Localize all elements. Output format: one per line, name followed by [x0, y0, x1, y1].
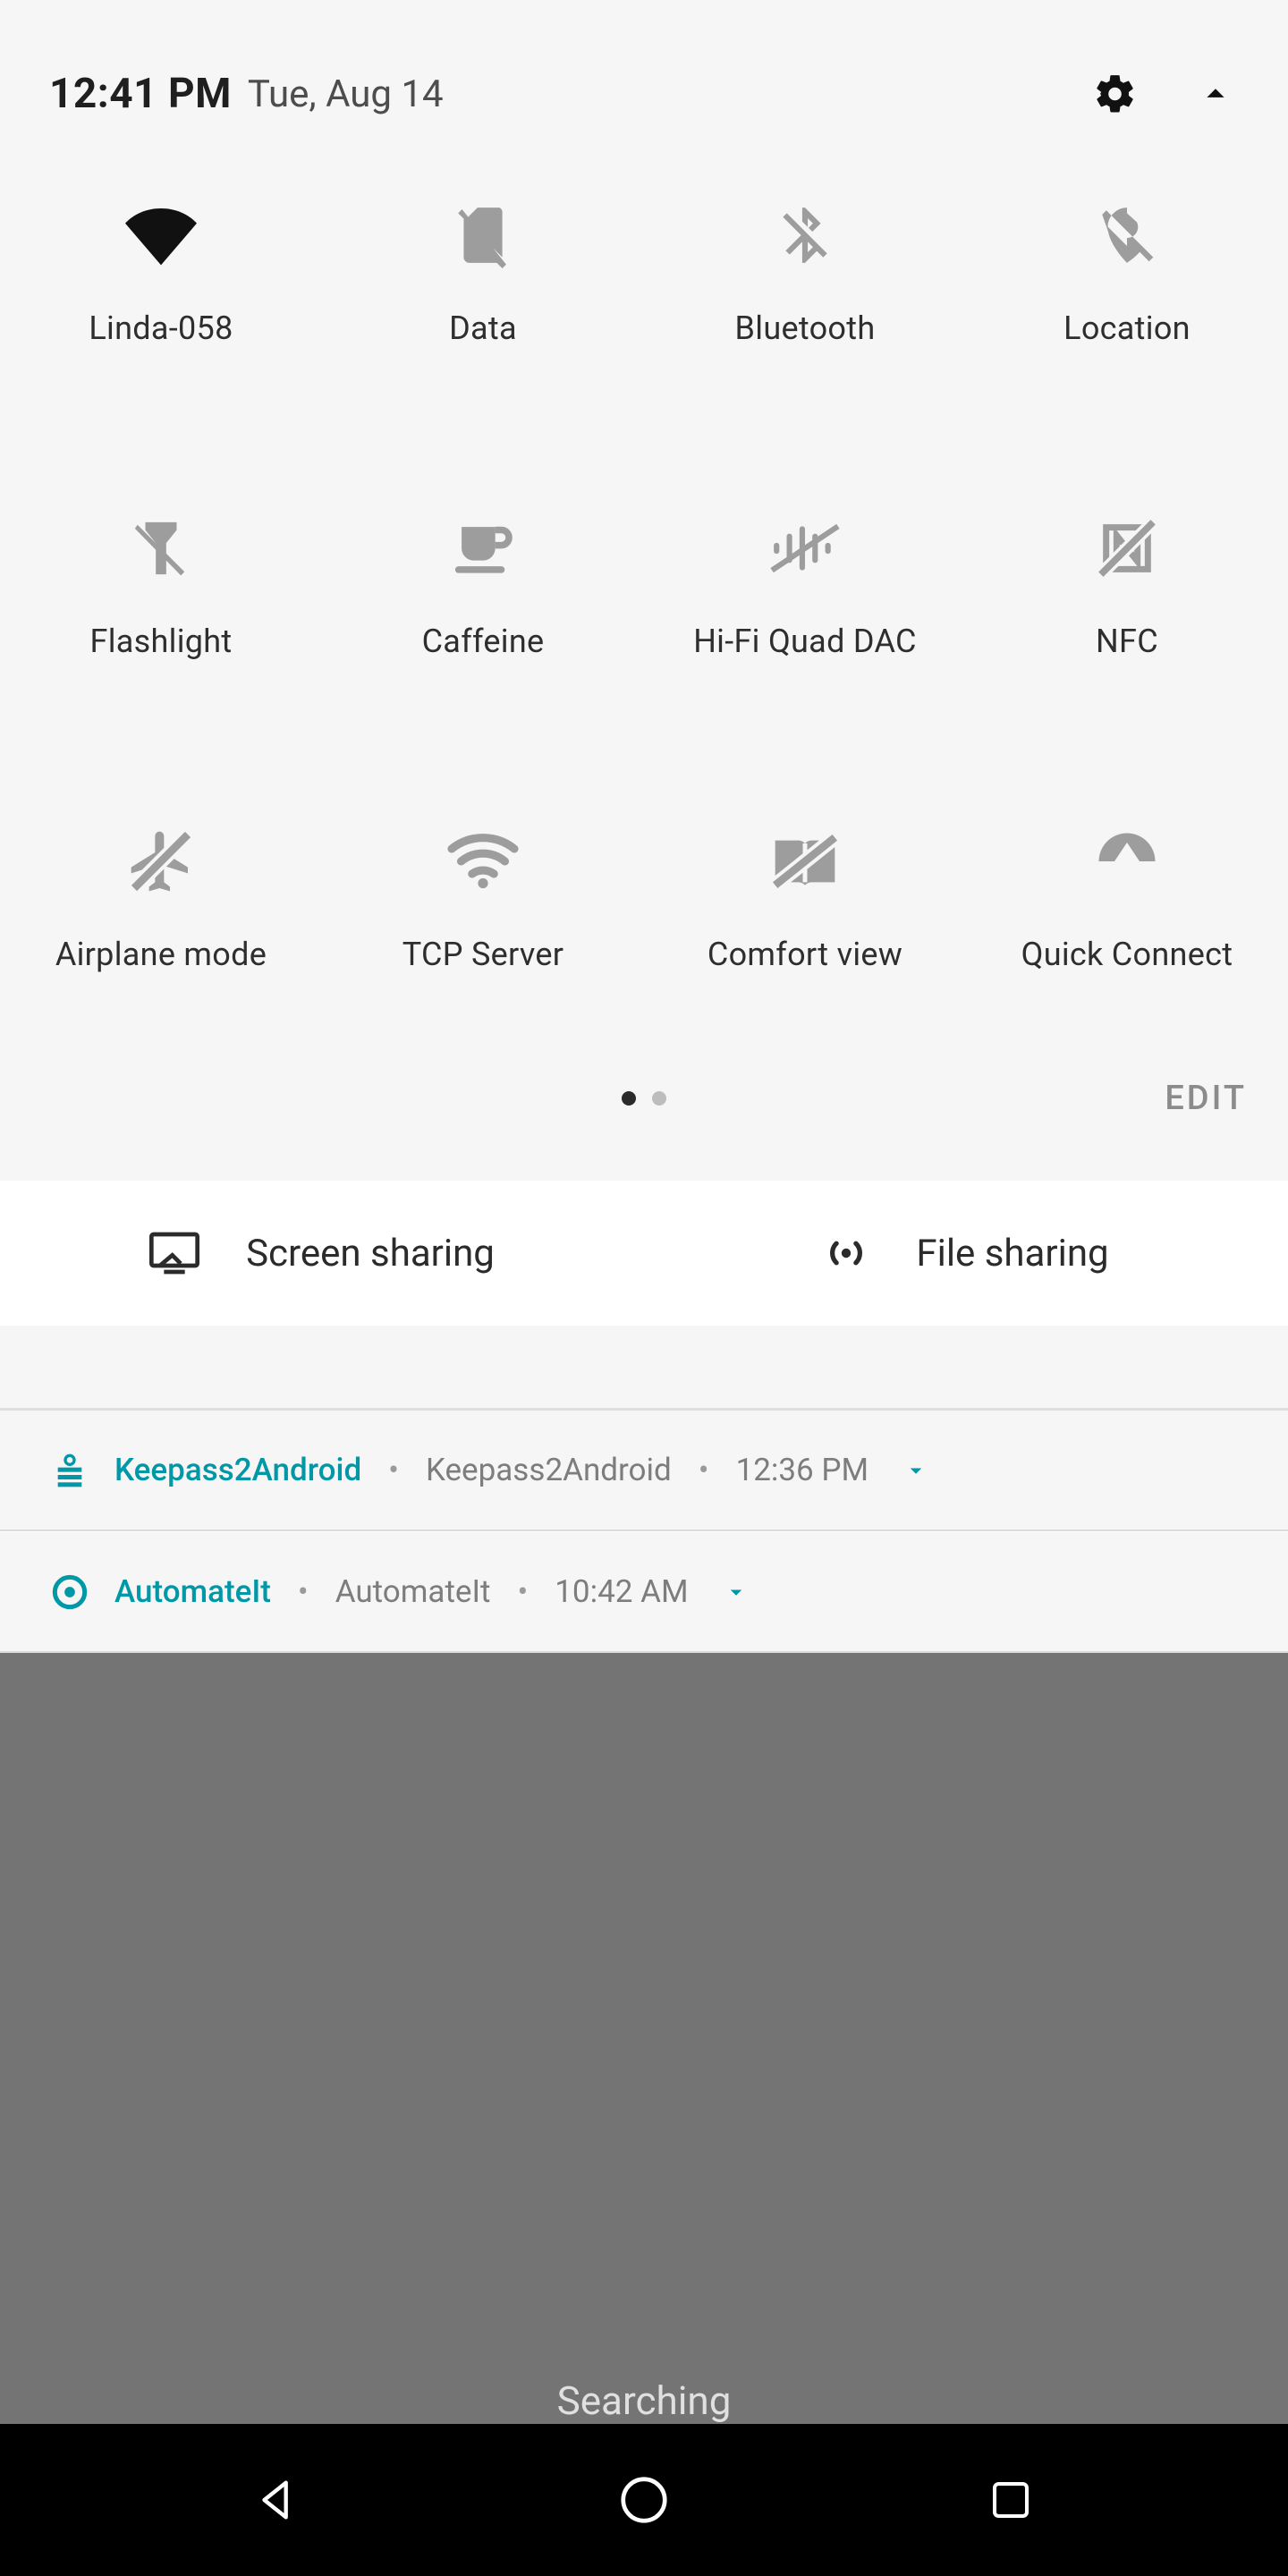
chevron-down-icon[interactable] [723, 1579, 750, 1606]
share-label: File sharing [916, 1232, 1108, 1275]
tile-label: Linda-058 [89, 309, 233, 347]
dot-sep: • [699, 1452, 709, 1488]
notif-time: 10:42 AM [555, 1573, 688, 1610]
quick-connect-icon [1087, 821, 1167, 902]
bluetooth-off-icon [765, 195, 845, 275]
tile-label: Quick Connect [1021, 936, 1233, 973]
status-text: Searching [0, 2377, 1288, 2424]
tile-label: Comfort view [708, 936, 902, 973]
page-dot-1 [622, 1091, 636, 1106]
notif-app: Keepass2Android [114, 1452, 361, 1488]
tile-tcp-server[interactable]: TCP Server [322, 821, 644, 1045]
tile-airplane[interactable]: Airplane mode [0, 821, 322, 1045]
qs-tiles-grid: Linda-058 Data Bluetooth [0, 134, 1288, 1045]
tile-label: TCP Server [402, 936, 564, 973]
tile-label: Bluetooth [735, 309, 876, 347]
tile-data[interactable]: Data [322, 195, 644, 419]
page-dot-2 [652, 1091, 666, 1106]
chevron-down-icon[interactable] [902, 1457, 929, 1484]
tile-label: Flashlight [90, 623, 233, 660]
wifi-arcs-icon [443, 821, 523, 902]
tile-wifi[interactable]: Linda-058 [0, 195, 322, 419]
dot-sep: • [517, 1573, 528, 1610]
share-row: Screen sharing File sharing [0, 1181, 1288, 1326]
tile-label: Hi-Fi Quad DAC [693, 623, 917, 660]
tile-caffeine[interactable]: Caffeine [322, 508, 644, 732]
clock-time: 12:41 PM [49, 70, 232, 118]
notifications-area: Keepass2Android • Keepass2Android • 12:3… [0, 1408, 1288, 1653]
chevron-up-icon[interactable] [1192, 71, 1239, 117]
settings-icon[interactable] [1092, 71, 1139, 117]
tile-quick-connect[interactable]: Quick Connect [966, 821, 1288, 1045]
wifi-icon [121, 195, 201, 275]
flashlight-off-icon [121, 508, 201, 589]
nfc-off-icon [1087, 508, 1167, 589]
page-indicator [622, 1091, 666, 1106]
clock-date: Tue, Aug 14 [248, 72, 444, 116]
cast-icon [149, 1231, 199, 1275]
file-sharing-button[interactable]: File sharing [644, 1181, 1288, 1326]
quick-settings-panel: 12:41 PM Tue, Aug 14 Linda-058 [0, 0, 1288, 1408]
notif-app: AutomateIt [114, 1573, 271, 1610]
tile-label: NFC [1096, 623, 1158, 660]
nav-home-button[interactable] [555, 2455, 733, 2545]
notification-row[interactable]: AutomateIt • AutomateIt • 10:42 AM [0, 1531, 1288, 1653]
share-label: Screen sharing [246, 1232, 495, 1275]
tile-flashlight[interactable]: Flashlight [0, 508, 322, 732]
notif-title: Keepass2Android [426, 1452, 672, 1488]
tile-comfort-view[interactable]: Comfort view [644, 821, 966, 1045]
automateit-icon [52, 1574, 88, 1610]
nav-bar [0, 2424, 1288, 2576]
tile-label: Caffeine [422, 623, 545, 660]
broadcast-icon [823, 1230, 869, 1276]
tile-label: Location [1063, 309, 1191, 347]
keepass-icon [52, 1453, 88, 1488]
location-off-icon [1087, 195, 1167, 275]
sim-off-icon [443, 195, 523, 275]
coffee-icon [443, 508, 523, 589]
notif-title: AutomateIt [335, 1573, 491, 1610]
notification-row[interactable]: Keepass2Android • Keepass2Android • 12:3… [0, 1408, 1288, 1531]
screen-sharing-button[interactable]: Screen sharing [0, 1181, 644, 1326]
nav-recents-button[interactable] [921, 2455, 1100, 2545]
dot-sep: • [298, 1573, 309, 1610]
airplane-off-icon [121, 821, 201, 902]
dac-off-icon [765, 508, 845, 589]
dot-sep: • [388, 1452, 399, 1488]
tile-label: Data [449, 309, 517, 347]
tile-location[interactable]: Location [966, 195, 1288, 419]
tile-nfc[interactable]: NFC [966, 508, 1288, 732]
tile-label: Airplane mode [55, 936, 267, 973]
edit-button[interactable]: EDIT [1165, 1079, 1247, 1118]
tile-bluetooth[interactable]: Bluetooth [644, 195, 966, 419]
tile-hifi-dac[interactable]: Hi-Fi Quad DAC [644, 508, 966, 732]
qs-header: 12:41 PM Tue, Aug 14 [0, 0, 1288, 134]
notif-time: 12:36 PM [736, 1452, 869, 1488]
comfort-view-off-icon [765, 821, 845, 902]
pager-row: EDIT [0, 1072, 1288, 1125]
nav-back-button[interactable] [188, 2455, 367, 2545]
